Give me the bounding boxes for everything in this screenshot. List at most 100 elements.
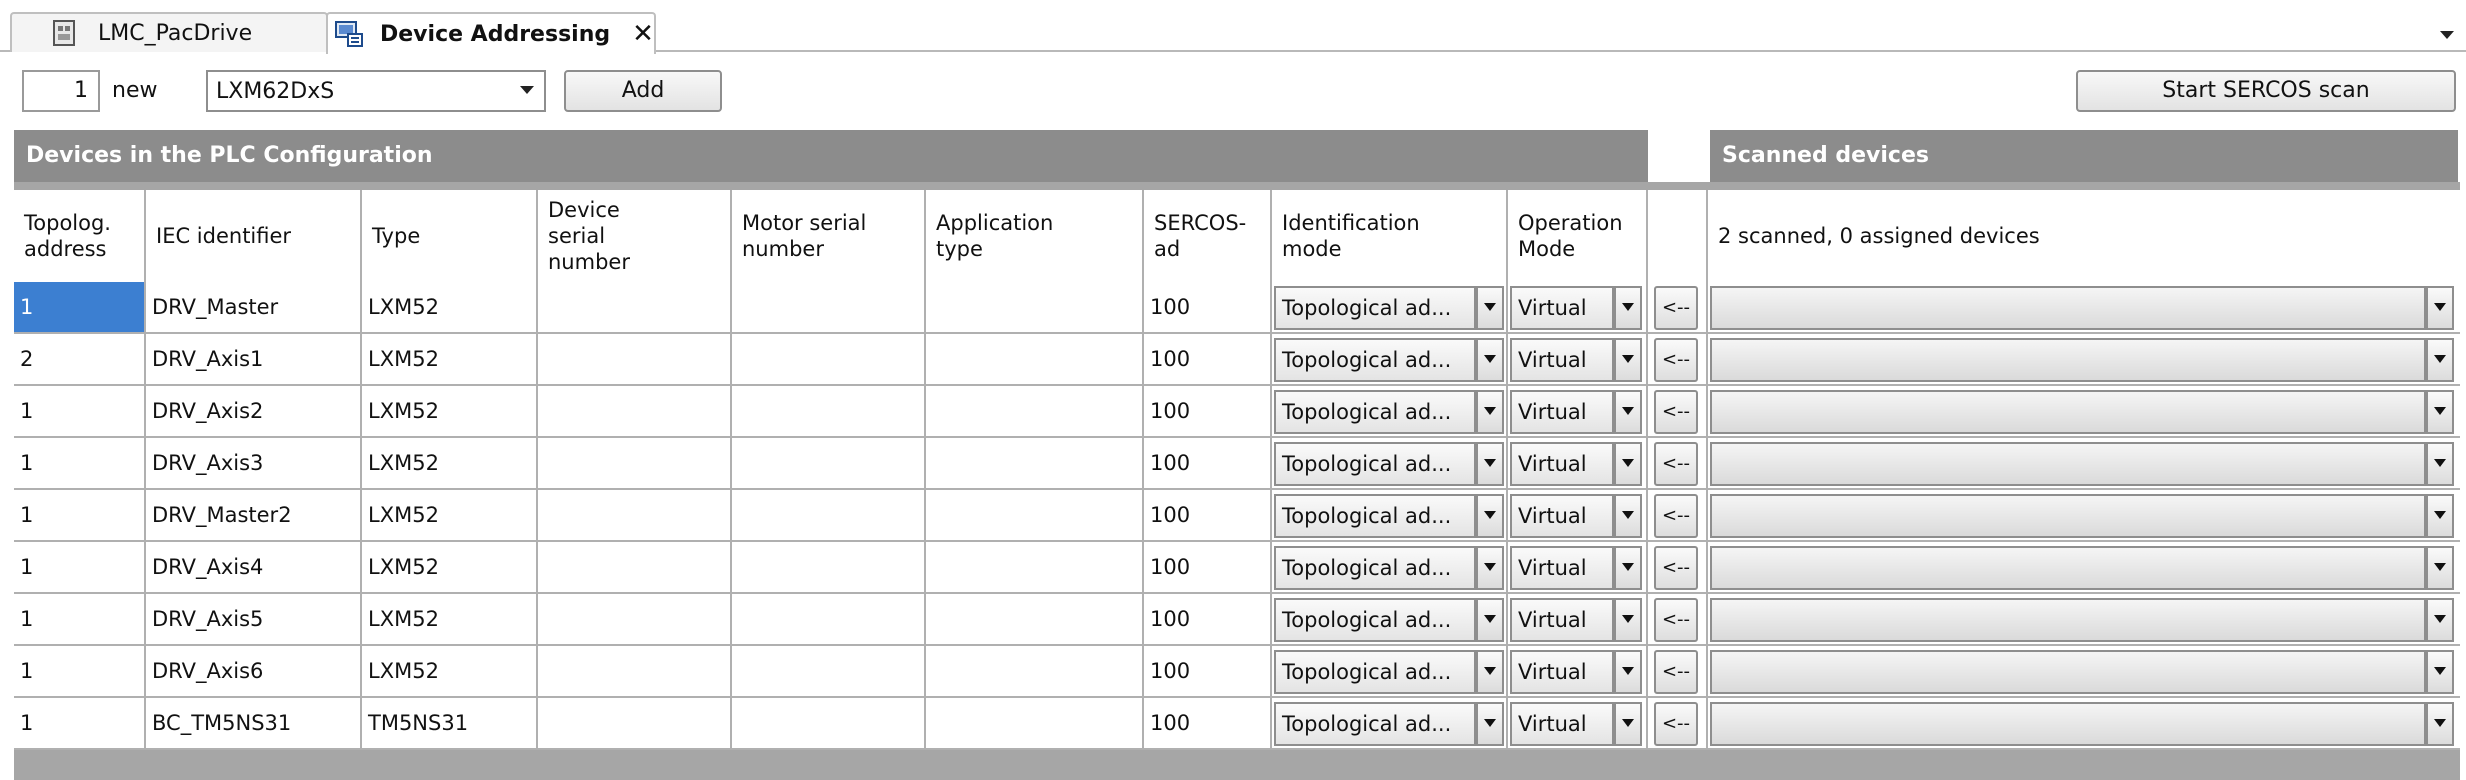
assign-button[interactable]: <-- bbox=[1654, 702, 1698, 746]
chevron-down-icon[interactable] bbox=[1614, 598, 1642, 642]
table-row[interactable]: 1 DRV_Axis3 LXM52 100 Topological ad... Virtu… bbox=[14, 438, 2460, 490]
table-row[interactable]: 1 DRV_Master LXM52 100 Topological ad... Virt… bbox=[14, 282, 2460, 334]
device-count-input[interactable]: 1 bbox=[22, 70, 100, 112]
operation-mode-select[interactable]: Virtual bbox=[1510, 546, 1614, 590]
operation-mode-select[interactable]: Virtual bbox=[1510, 286, 1614, 330]
cell-device-serial-number[interactable] bbox=[538, 594, 732, 646]
identification-mode-select[interactable]: Topological ad... bbox=[1274, 390, 1476, 434]
cell-motor-serial-number[interactable] bbox=[732, 334, 926, 386]
chevron-down-icon[interactable] bbox=[1476, 494, 1504, 538]
scanned-device-select[interactable] bbox=[1710, 650, 2426, 694]
identification-mode-select[interactable]: Topological ad... bbox=[1274, 546, 1476, 590]
cell-motor-serial-number[interactable] bbox=[732, 542, 926, 594]
cell-application-type[interactable] bbox=[926, 334, 1144, 386]
column-header-device-serial-number[interactable]: Device serial number bbox=[538, 190, 732, 282]
chevron-down-icon[interactable] bbox=[1476, 598, 1504, 642]
table-row[interactable]: 2 DRV_Axis1 LXM52 100 Topological ad... Virtu… bbox=[14, 334, 2460, 386]
cell-device-serial-number[interactable] bbox=[538, 282, 732, 334]
assign-button[interactable]: <-- bbox=[1654, 494, 1698, 538]
cell-motor-serial-number[interactable] bbox=[732, 698, 926, 750]
cell-sercos-address[interactable]: 100 bbox=[1144, 594, 1272, 646]
chevron-down-icon[interactable] bbox=[1614, 442, 1642, 486]
chevron-down-icon[interactable] bbox=[1476, 702, 1504, 746]
cell-application-type[interactable] bbox=[926, 438, 1144, 490]
cell-device-serial-number[interactable] bbox=[538, 490, 732, 542]
column-header-identification-mode[interactable]: Identification mode bbox=[1272, 190, 1508, 282]
cell-iec-identifier[interactable]: DRV_Axis4 bbox=[146, 542, 362, 594]
assign-button[interactable]: <-- bbox=[1654, 390, 1698, 434]
column-header-application-type[interactable]: Application type bbox=[926, 190, 1144, 282]
cell-motor-serial-number[interactable] bbox=[732, 646, 926, 698]
cell-sercos-address[interactable]: 100 bbox=[1144, 282, 1272, 334]
cell-application-type[interactable] bbox=[926, 386, 1144, 438]
cell-sercos-address[interactable]: 100 bbox=[1144, 698, 1272, 750]
chevron-down-icon[interactable] bbox=[1614, 494, 1642, 538]
identification-mode-select[interactable]: Topological ad... bbox=[1274, 598, 1476, 642]
column-header-type[interactable]: Type bbox=[362, 190, 538, 282]
add-button[interactable]: Add bbox=[564, 70, 722, 112]
table-row[interactable]: 1 DRV_Axis6 LXM52 100 Topological ad... Virtu… bbox=[14, 646, 2460, 698]
cell-device-serial-number[interactable] bbox=[538, 386, 732, 438]
cell-topolog-address[interactable]: 1 bbox=[14, 646, 146, 698]
chevron-down-icon[interactable] bbox=[2426, 598, 2454, 642]
chevron-down-icon[interactable] bbox=[1476, 650, 1504, 694]
cell-type[interactable]: LXM52 bbox=[362, 334, 538, 386]
cell-type[interactable]: LXM52 bbox=[362, 386, 538, 438]
operation-mode-select[interactable]: Virtual bbox=[1510, 650, 1614, 694]
assign-button[interactable]: <-- bbox=[1654, 286, 1698, 330]
chevron-down-icon[interactable] bbox=[1476, 286, 1504, 330]
cell-application-type[interactable] bbox=[926, 282, 1144, 334]
assign-button[interactable]: <-- bbox=[1654, 442, 1698, 486]
scanned-device-select[interactable] bbox=[1710, 286, 2426, 330]
device-type-select[interactable]: LXM62DxS bbox=[206, 70, 546, 112]
tab-list-dropdown-icon[interactable] bbox=[2438, 22, 2456, 39]
identification-mode-select[interactable]: Topological ad... bbox=[1274, 494, 1476, 538]
identification-mode-select[interactable]: Topological ad... bbox=[1274, 338, 1476, 382]
cell-topolog-address[interactable]: 1 bbox=[14, 438, 146, 490]
chevron-down-icon[interactable] bbox=[1614, 390, 1642, 434]
table-row[interactable]: 1 DRV_Master2 LXM52 100 Topological ad... Vir… bbox=[14, 490, 2460, 542]
cell-type[interactable]: LXM52 bbox=[362, 438, 538, 490]
chevron-down-icon[interactable] bbox=[1614, 338, 1642, 382]
cell-type[interactable]: LXM52 bbox=[362, 282, 538, 334]
chevron-down-icon[interactable] bbox=[2426, 338, 2454, 382]
column-header-operation-mode[interactable]: Operation Mode bbox=[1508, 190, 1648, 282]
cell-device-serial-number[interactable] bbox=[538, 438, 732, 490]
chevron-down-icon[interactable] bbox=[1476, 390, 1504, 434]
cell-device-serial-number[interactable] bbox=[538, 698, 732, 750]
cell-iec-identifier[interactable]: DRV_Axis6 bbox=[146, 646, 362, 698]
cell-device-serial-number[interactable] bbox=[538, 646, 732, 698]
cell-iec-identifier[interactable]: BC_TM5NS31 bbox=[146, 698, 362, 750]
cell-iec-identifier[interactable]: DRV_Axis1 bbox=[146, 334, 362, 386]
operation-mode-select[interactable]: Virtual bbox=[1510, 442, 1614, 486]
cell-type[interactable]: LXM52 bbox=[362, 490, 538, 542]
chevron-down-icon[interactable] bbox=[1476, 442, 1504, 486]
cell-topolog-address[interactable]: 1 bbox=[14, 386, 146, 438]
cell-iec-identifier[interactable]: DRV_Master2 bbox=[146, 490, 362, 542]
cell-application-type[interactable] bbox=[926, 490, 1144, 542]
identification-mode-select[interactable]: Topological ad... bbox=[1274, 650, 1476, 694]
cell-motor-serial-number[interactable] bbox=[732, 438, 926, 490]
cell-application-type[interactable] bbox=[926, 594, 1144, 646]
identification-mode-select[interactable]: Topological ad... bbox=[1274, 702, 1476, 746]
close-icon[interactable]: ✕ bbox=[632, 19, 654, 49]
chevron-down-icon[interactable] bbox=[1476, 546, 1504, 590]
cell-iec-identifier[interactable]: DRV_Axis5 bbox=[146, 594, 362, 646]
tab-lmc-pacdrive[interactable]: LMC_PacDrive bbox=[10, 12, 328, 52]
chevron-down-icon[interactable] bbox=[1476, 338, 1504, 382]
table-row[interactable]: 1 DRV_Axis4 LXM52 100 Topological ad... Virtu… bbox=[14, 542, 2460, 594]
cell-type[interactable]: LXM52 bbox=[362, 594, 538, 646]
cell-iec-identifier[interactable]: DRV_Master bbox=[146, 282, 362, 334]
scanned-device-select[interactable] bbox=[1710, 494, 2426, 538]
assign-button[interactable]: <-- bbox=[1654, 338, 1698, 382]
cell-sercos-address[interactable]: 100 bbox=[1144, 386, 1272, 438]
operation-mode-select[interactable]: Virtual bbox=[1510, 702, 1614, 746]
cell-sercos-address[interactable]: 100 bbox=[1144, 334, 1272, 386]
column-header-iec-identifier[interactable]: IEC identifier bbox=[146, 190, 362, 282]
cell-sercos-address[interactable]: 100 bbox=[1144, 490, 1272, 542]
cell-topolog-address[interactable]: 1 bbox=[14, 282, 146, 334]
scanned-device-select[interactable] bbox=[1710, 702, 2426, 746]
chevron-down-icon[interactable] bbox=[2426, 390, 2454, 434]
scanned-device-select[interactable] bbox=[1710, 598, 2426, 642]
chevron-down-icon[interactable] bbox=[2426, 702, 2454, 746]
